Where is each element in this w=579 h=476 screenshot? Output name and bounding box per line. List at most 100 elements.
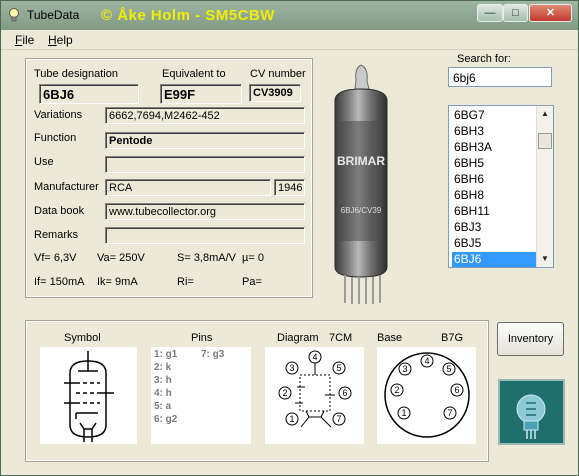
diagram-code: 7CM [329,332,353,344]
list-item[interactable]: 6BJ5 [452,236,538,251]
menu-help[interactable]: Help [48,33,73,47]
diagram-pin-label: 2 [282,388,287,398]
function-field[interactable]: Pentode [105,132,305,149]
bulb-icon [9,8,19,22]
list-scrollbar[interactable]: ▲ ▼ [536,106,553,267]
pin-entry: 4: h [154,388,172,399]
pins-left-column: 1: g1 2: k 3: h 4: h 5: a 6: g2 [154,348,177,426]
list-item[interactable]: 6BH11 [452,204,538,219]
databook-field[interactable]: www.tubecollector.org [105,203,305,220]
list-item[interactable]: 6BG7 [452,108,538,123]
tube-print-brand: BRIMAR [337,154,385,168]
spec-pa: Pa= [242,276,262,288]
base-label: Base [377,332,403,344]
remarks-label: Remarks [34,229,79,241]
manufacturer-label: Manufacturer [34,181,99,193]
search-input[interactable]: 6bj6 [448,67,552,87]
function-label: Function [34,132,77,144]
tube-print-type: 6BJ6/CV39 [341,206,382,215]
scroll-down-icon[interactable]: ▼ [537,251,553,267]
diagram-label: Diagram [277,332,319,344]
pin-entry: 2: k [154,362,172,373]
tube-symbol [64,351,114,442]
scroll-thumb[interactable] [538,133,552,149]
diagram-pin-label: 6 [342,388,347,398]
scroll-up-icon[interactable]: ▲ [537,106,553,122]
list-item[interactable]: 6BH8 [452,188,538,203]
menu-file[interactable]: File [15,33,34,47]
window-title: TubeData [27,8,80,22]
pin-entry: 5: a [154,401,172,412]
title-bar[interactable]: TubeData © Åke Holm - SM5CBW — □ ✕ [1,1,578,30]
spec-if: If= 150mA [34,276,85,288]
close-icon: ✕ [545,7,556,19]
list-item[interactable]: 6BH3 [452,124,538,139]
maximize-icon: □ [512,7,519,19]
manufacturer-field[interactable]: RCA [105,179,271,196]
tube-photo: BRIMAR 6BJ6/CV39 [321,63,401,306]
tube-designation-field[interactable]: 6BJ6 [39,84,139,104]
spec-s: S= 3,8mA/V [177,252,237,264]
menu-bar: File Help [1,30,578,50]
spec-ri: Ri= [177,276,194,288]
diagram-pin-label: 1 [289,414,294,424]
equivalent-field[interactable]: E99F [160,84,242,104]
symbol-label: Symbol [64,332,101,344]
tube-designation-label: Tube designation [34,68,118,80]
pin-entry: 6: g2 [154,414,178,425]
use-label: Use [34,156,54,168]
close-button[interactable]: ✕ [529,4,572,22]
diagram-pin-label: 4 [312,352,317,362]
pins-label: Pins [191,332,213,344]
list-item[interactable]: 6BH6 [452,172,538,187]
diagram-pin-label: 5 [336,363,341,373]
tube-image: BRIMAR 6BJ6/CV39 [334,64,388,304]
base-diagram: 1 2 3 4 5 6 7 [384,352,470,438]
equivalent-label: Equivalent to [162,68,226,80]
spec-mu: µ= 0 [242,252,264,264]
cv-number-label: CV number [250,68,306,80]
tubedata-logo [498,379,565,445]
tube-symbol-panel [40,347,137,444]
variations-label: Variations [34,109,83,121]
list-item[interactable]: 6BJ3 [452,220,538,235]
base-code: B7G [441,332,464,344]
pin-entry: 7: g3 [201,349,225,360]
pin-entry: 3: h [154,375,172,386]
pins-right-column: 7: g3 [201,348,224,361]
diagram-pin-label: 7 [336,414,341,424]
list-item-selected[interactable]: 6BJ6 [452,252,538,267]
base-pin-label: 1 [401,408,406,418]
use-field[interactable] [105,156,305,173]
diagram-pin-label: 3 [289,363,294,373]
spec-ik: Ik= 9mA [97,276,138,288]
search-label: Search for: [457,53,511,65]
base-pin-label: 6 [454,385,459,395]
base-pin-label: 3 [402,364,407,374]
base-pin-label: 5 [446,364,451,374]
base-pin-label: 4 [424,356,429,366]
pin-entry: 1: g1 [154,349,178,360]
pin-diagram: 1 2 3 4 5 6 7 [278,350,352,428]
tube-logo-icon [516,394,546,439]
cv-number-field[interactable]: CV3909 [249,84,301,102]
main-window: TubeData © Åke Holm - SM5CBW — □ ✕ File … [0,0,579,476]
base-pin-label: 7 [447,408,452,418]
inventory-button[interactable]: Inventory [497,322,564,356]
year-field[interactable]: 1946 [274,179,305,196]
minimize-icon: — [484,7,496,19]
base-panel: 1 2 3 4 5 6 7 [377,347,476,444]
list-item[interactable]: 6BH3A [452,140,538,155]
minimize-button[interactable]: — [477,4,503,22]
spec-vf: Vf= 6,3V [34,252,77,264]
spec-va: Va= 250V [97,252,145,264]
list-item[interactable]: 6BH5 [452,156,538,171]
variations-field[interactable]: 6662,7694,M2462-452 [105,107,305,124]
maximize-button[interactable]: □ [503,4,528,22]
tube-listbox[interactable]: 6BG7 6BH3 6BH3A 6BH5 6BH6 6BH8 6BH11 6BJ… [448,105,554,268]
base-pin-label: 2 [394,385,399,395]
author-banner: © Åke Holm - SM5CBW [101,7,275,24]
remarks-field[interactable] [105,227,305,244]
pin-diagram-panel: 1 2 3 4 5 6 7 [265,347,364,444]
pins-panel: 1: g1 2: k 3: h 4: h 5: a 6: g2 7: g3 [151,347,251,444]
